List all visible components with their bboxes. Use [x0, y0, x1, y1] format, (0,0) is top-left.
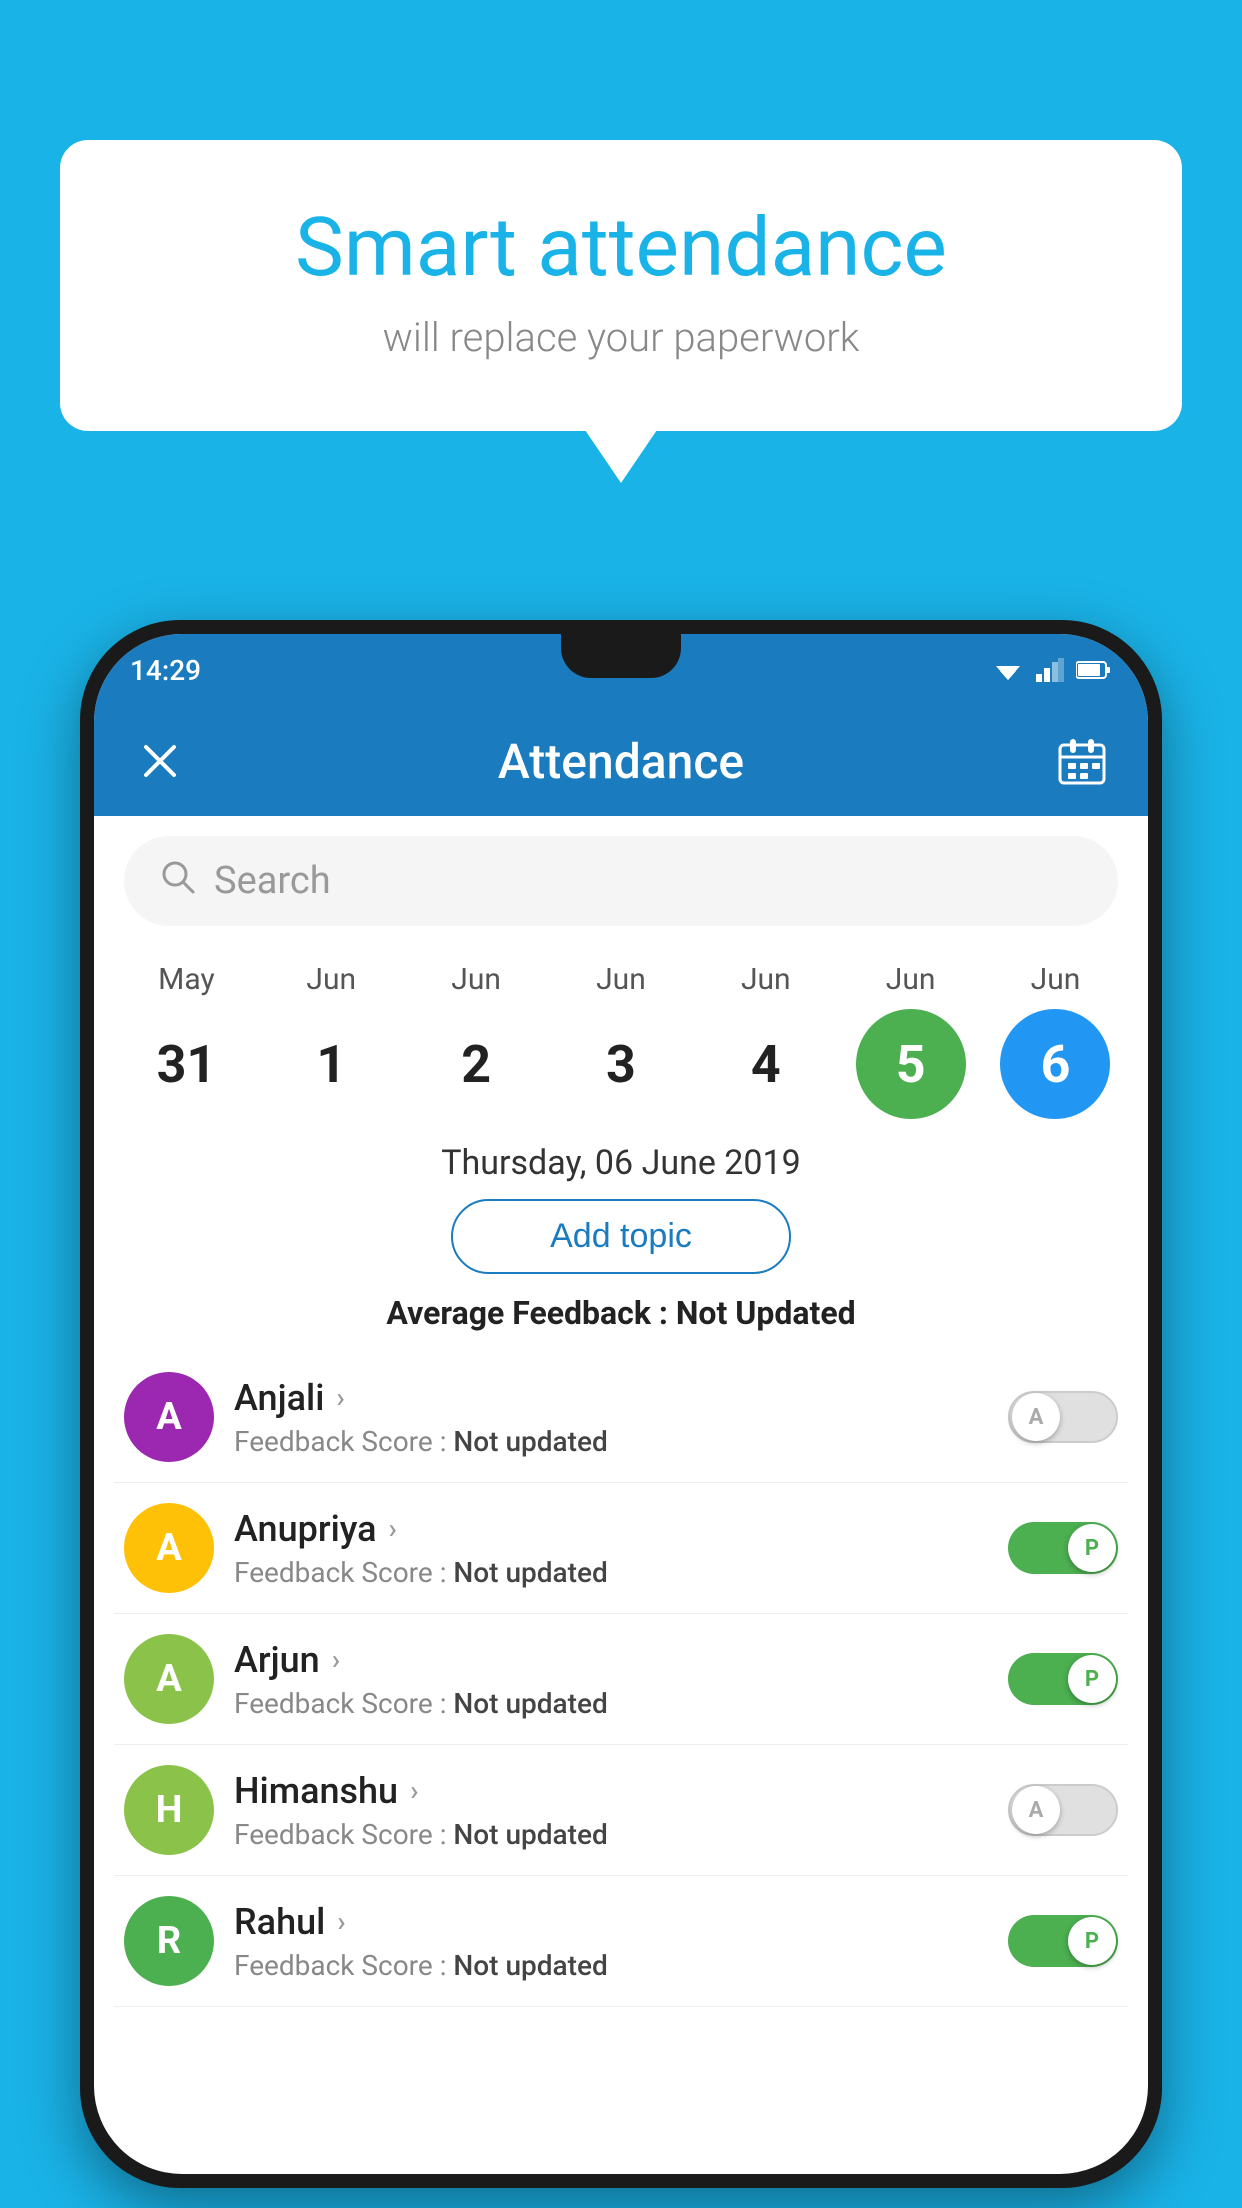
calendar-button[interactable]	[1052, 731, 1112, 791]
student-item[interactable]: A Arjun › Feedback Score : Not updated P	[114, 1614, 1128, 1745]
app-bar-title: Attendance	[498, 733, 744, 790]
student-item[interactable]: R Rahul › Feedback Score : Not updated P	[114, 1876, 1128, 2007]
add-topic-button[interactable]: Add topic	[451, 1199, 791, 1274]
status-bar: 14:29	[94, 634, 1148, 706]
search-placeholder: Search	[214, 859, 331, 903]
cal-month-label: Jun	[741, 962, 791, 997]
student-item[interactable]: A Anjali › Feedback Score : Not updated A	[114, 1352, 1128, 1483]
cal-month-label: Jun	[1031, 962, 1081, 997]
selected-date-label: Thursday, 06 June 2019	[94, 1143, 1148, 1183]
student-avatar: A	[124, 1634, 214, 1724]
speech-bubble-title: Smart attendance	[140, 200, 1102, 296]
speech-bubble-subtitle: will replace your paperwork	[140, 314, 1102, 361]
average-feedback: Average Feedback : Not Updated	[94, 1294, 1148, 1332]
calendar-day-item[interactable]: Jun 6	[990, 962, 1120, 1119]
student-info: Himanshu › Feedback Score : Not updated	[234, 1770, 988, 1851]
calendar-day-item[interactable]: Jun 4	[701, 962, 831, 1119]
feedback-score: Feedback Score : Not updated	[234, 1687, 988, 1720]
phone-frame: 14:29	[80, 620, 1162, 2188]
student-item[interactable]: A Anupriya › Feedback Score : Not updated P	[114, 1483, 1128, 1614]
chevron-icon: ›	[389, 1512, 397, 1545]
calendar-day-item[interactable]: May 31	[121, 962, 251, 1119]
toggle-thumb: A	[1012, 1393, 1060, 1441]
calendar-day-item[interactable]: Jun 3	[556, 962, 686, 1119]
toggle-thumb: P	[1068, 1655, 1116, 1703]
cal-month-label: May	[158, 962, 214, 997]
student-item[interactable]: H Himanshu › Feedback Score : Not updated A	[114, 1745, 1128, 1876]
chevron-icon: ›	[332, 1643, 340, 1676]
notch	[561, 634, 681, 678]
feedback-score: Feedback Score : Not updated	[234, 1818, 988, 1851]
search-container[interactable]: Search	[124, 836, 1118, 926]
toggle-thumb: P	[1068, 1524, 1116, 1572]
avg-feedback-label: Average Feedback :	[386, 1294, 675, 1332]
attendance-toggle[interactable]: P	[1008, 1653, 1118, 1705]
student-name: Himanshu ›	[234, 1770, 988, 1812]
chevron-icon: ›	[336, 1381, 344, 1414]
calendar-day-item[interactable]: Jun 1	[266, 962, 396, 1119]
cal-day-number: 5	[856, 1009, 966, 1119]
app-bar: Attendance	[94, 706, 1148, 816]
student-name: Arjun ›	[234, 1639, 988, 1681]
student-list: AAnjali ›Feedback Score : Not updatedAAA…	[94, 1352, 1148, 2007]
status-icons	[992, 658, 1112, 682]
battery-icon	[1076, 660, 1112, 680]
student-avatar: A	[124, 1503, 214, 1593]
avg-feedback-value: Not Updated	[676, 1294, 856, 1332]
calendar-row: May 31 Jun 1 Jun 2 Jun 3 Jun 4 Jun 5 Jun 6	[94, 946, 1148, 1119]
toggle-thumb: P	[1068, 1917, 1116, 1965]
cal-day-number: 2	[421, 1009, 531, 1119]
cal-month-label: Jun	[451, 962, 501, 997]
student-info: Anupriya › Feedback Score : Not updated	[234, 1508, 988, 1589]
calendar-icon	[1056, 735, 1108, 787]
feedback-score: Feedback Score : Not updated	[234, 1556, 988, 1589]
student-name: Anupriya ›	[234, 1508, 988, 1550]
search-icon	[160, 859, 196, 904]
cal-day-number: 3	[566, 1009, 676, 1119]
cal-day-number: 31	[131, 1009, 241, 1119]
speech-bubble-container: Smart attendance will replace your paper…	[60, 140, 1182, 431]
speech-bubble: Smart attendance will replace your paper…	[60, 140, 1182, 431]
cal-month-label: Jun	[596, 962, 646, 997]
cal-day-number: 6	[1000, 1009, 1110, 1119]
student-avatar: H	[124, 1765, 214, 1855]
attendance-toggle[interactable]: P	[1008, 1522, 1118, 1574]
status-time: 14:29	[130, 654, 201, 687]
toggle-thumb: A	[1012, 1786, 1060, 1834]
student-avatar: A	[124, 1372, 214, 1462]
attendance-toggle[interactable]: P	[1008, 1915, 1118, 1967]
student-info: Arjun › Feedback Score : Not updated	[234, 1639, 988, 1720]
student-avatar: R	[124, 1896, 214, 1986]
close-button[interactable]	[130, 731, 190, 791]
feedback-score: Feedback Score : Not updated	[234, 1949, 988, 1982]
attendance-toggle[interactable]: A	[1008, 1784, 1118, 1836]
feedback-score: Feedback Score : Not updated	[234, 1425, 988, 1458]
student-info: Anjali › Feedback Score : Not updated	[234, 1377, 988, 1458]
chevron-icon: ›	[410, 1774, 418, 1807]
cal-day-number: 4	[711, 1009, 821, 1119]
signal-icon	[1036, 658, 1064, 682]
cal-month-label: Jun	[886, 962, 936, 997]
cal-day-number: 1	[276, 1009, 386, 1119]
calendar-day-item[interactable]: Jun 2	[411, 962, 541, 1119]
student-name: Anjali ›	[234, 1377, 988, 1419]
wifi-icon	[992, 658, 1024, 682]
chevron-icon: ›	[337, 1905, 345, 1938]
cal-month-label: Jun	[306, 962, 356, 997]
calendar-day-item[interactable]: Jun 5	[846, 962, 976, 1119]
student-info: Rahul › Feedback Score : Not updated	[234, 1901, 988, 1982]
phone-inner: 14:29	[94, 634, 1148, 2174]
student-name: Rahul ›	[234, 1901, 988, 1943]
attendance-toggle[interactable]: A	[1008, 1391, 1118, 1443]
